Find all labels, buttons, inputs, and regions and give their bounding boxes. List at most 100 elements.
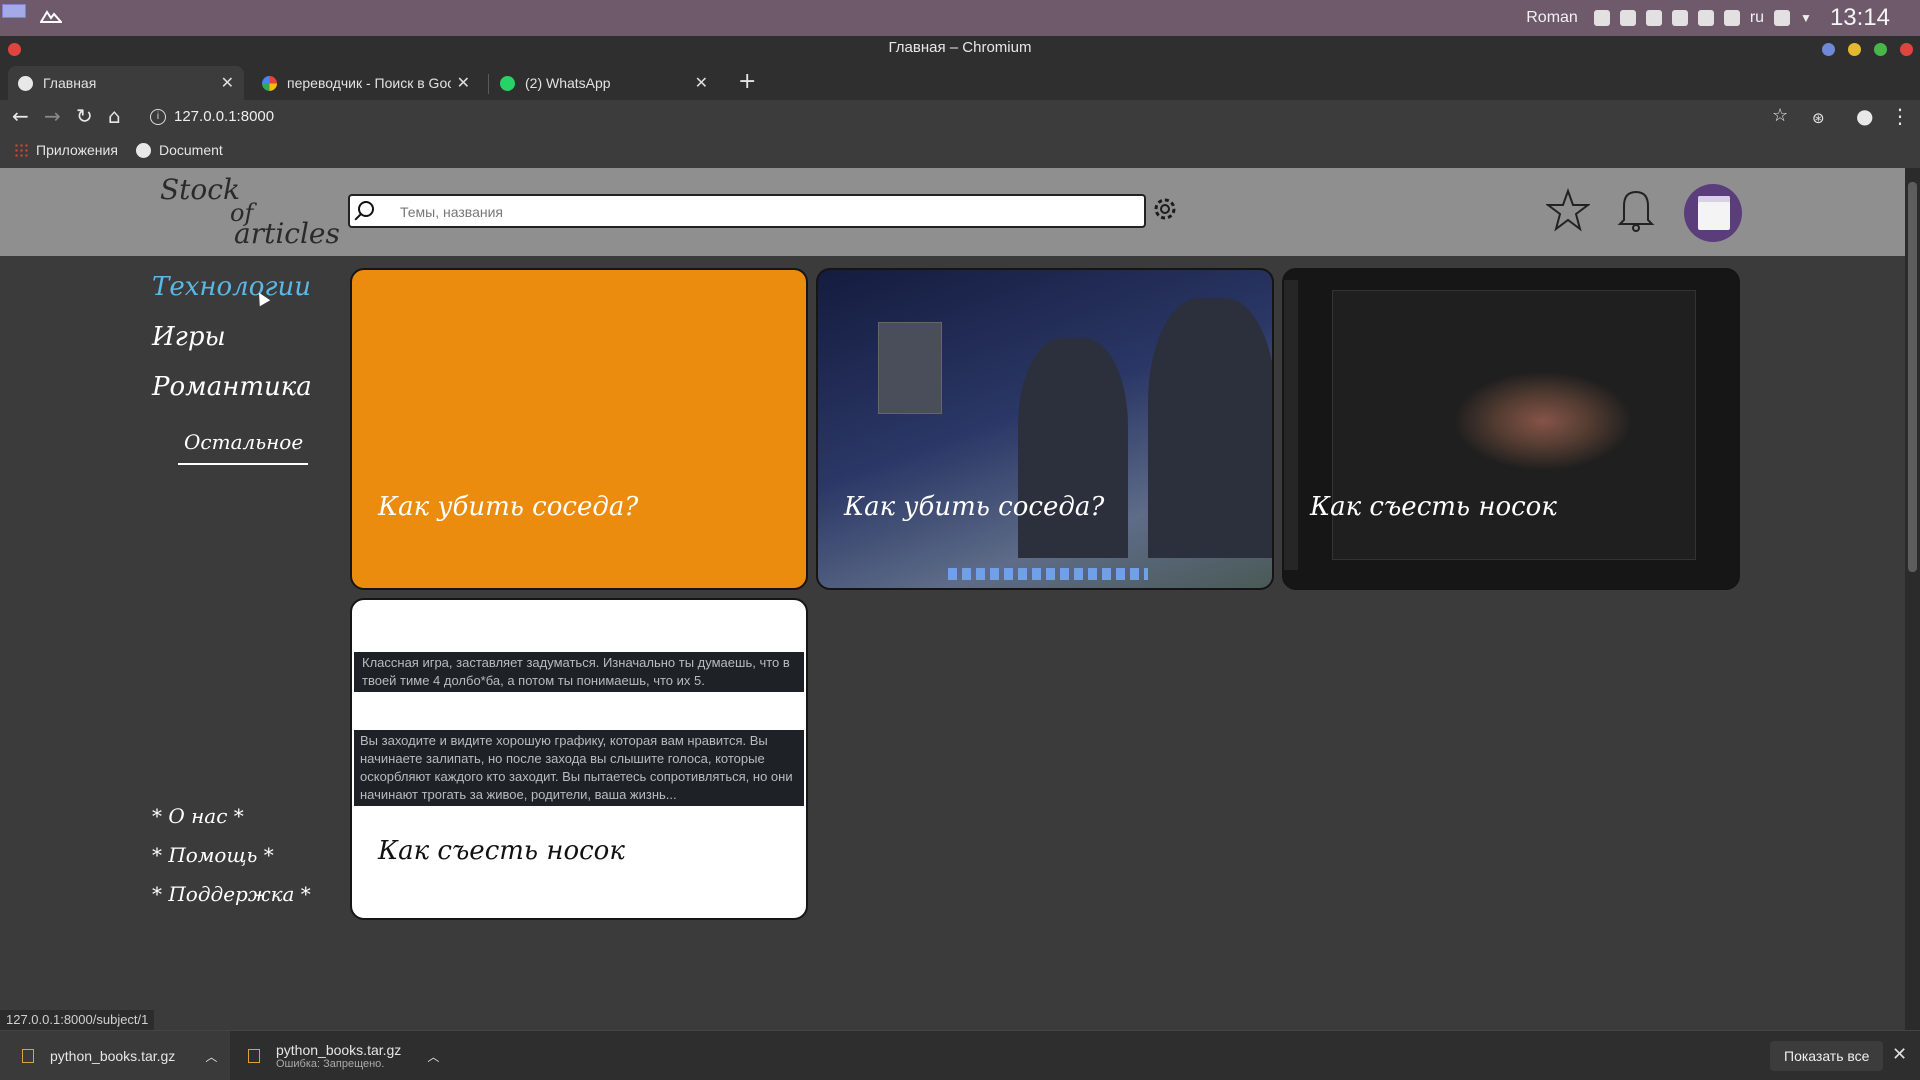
app-menu-icon[interactable] xyxy=(40,9,62,23)
tab-home[interactable]: Главная ✕ xyxy=(8,66,244,100)
notifications-bell-icon[interactable] xyxy=(1616,186,1656,232)
extension-icon[interactable]: ⊛ xyxy=(1812,108,1825,128)
search-input[interactable] xyxy=(400,200,1100,224)
wifi-icon[interactable] xyxy=(1774,10,1791,26)
article-card[interactable]: Классная игра, заставляет задуматься. Из… xyxy=(350,598,808,920)
nav-technologies[interactable]: Технологии xyxy=(152,272,311,302)
window-titlebar: Главная – Chromium xyxy=(0,36,1920,62)
download-item[interactable]: python_books.tar.gz ︿ xyxy=(0,1031,230,1080)
card-bg-dock xyxy=(948,568,1148,580)
archive-file-icon xyxy=(22,1049,34,1063)
close-icon[interactable]: ✕ xyxy=(457,73,470,93)
back-icon[interactable]: ← xyxy=(12,106,29,126)
chevron-up-icon[interactable]: ︿ xyxy=(205,1048,217,1065)
bookmark-star-icon[interactable]: ☆ xyxy=(1772,106,1788,126)
tab-label: Главная xyxy=(43,75,97,91)
article-card[interactable]: Как убить соседа? xyxy=(816,268,1274,590)
tab-label: переводчик - Поиск в Googl xyxy=(287,75,451,91)
home-icon[interactable]: ⌂ xyxy=(108,106,121,126)
system-top-bar: Roman ru ▼ 13:14 xyxy=(0,0,1920,36)
discord-icon[interactable] xyxy=(1645,10,1662,26)
new-tab-icon[interactable]: + xyxy=(738,69,756,94)
close-window-icon[interactable] xyxy=(1900,43,1913,56)
downloads-bar: python_books.tar.gz ︿ python_books.tar.g… xyxy=(0,1030,1920,1080)
whatsapp-icon xyxy=(500,75,515,91)
scrollbar-thumb[interactable] xyxy=(1908,182,1917,572)
article-card-title: Как съесть носок xyxy=(378,836,625,866)
django-icon xyxy=(18,75,33,91)
site-info-icon[interactable]: i xyxy=(150,109,166,125)
volume-icon[interactable] xyxy=(1697,10,1714,26)
nav-romance[interactable]: Романтика xyxy=(152,372,312,402)
chevron-down-icon[interactable]: ▼ xyxy=(1800,11,1812,25)
footer-about-link[interactable]: * О нас * xyxy=(152,804,244,828)
search-icon[interactable] xyxy=(358,201,374,217)
system-user-name[interactable]: Roman xyxy=(1526,9,1578,27)
card-bg-arch xyxy=(1018,338,1128,558)
workspace-indicator[interactable] xyxy=(2,4,26,18)
forward-icon[interactable]: → xyxy=(44,106,61,126)
download-filename: python_books.tar.gz xyxy=(50,1048,176,1064)
clipboard-icon[interactable] xyxy=(1671,10,1688,26)
battery-icon[interactable] xyxy=(1723,10,1740,26)
download-filename: python_books.tar.gz xyxy=(276,1042,402,1058)
close-icon[interactable]: ✕ xyxy=(221,73,234,93)
tab-strip: Главная ✕ переводчик - Поиск в Googl ✕ (… xyxy=(0,62,1920,100)
minimize-window-icon[interactable] xyxy=(1848,43,1861,56)
card-comment: Вы заходите и видите хорошую графику, ко… xyxy=(354,730,804,806)
reload-icon[interactable]: ↻ xyxy=(76,106,93,126)
status-url: 127.0.0.1:8000/subject/1 xyxy=(0,1010,155,1030)
bell-icon[interactable] xyxy=(1593,10,1610,26)
close-icon[interactable]: ✕ xyxy=(695,73,708,93)
address-bar-url: 127.0.0.1:8000 xyxy=(174,108,275,125)
nav-other[interactable]: Остальное xyxy=(184,430,303,454)
window-title: Главная – Chromium xyxy=(888,39,1032,56)
tab-whatsapp[interactable]: (2) WhatsApp ✕ xyxy=(490,66,718,100)
tab-google-search[interactable]: переводчик - Поиск в Googl ✕ xyxy=(252,66,480,100)
close-icon[interactable]: ✕ xyxy=(1892,1044,1907,1065)
footer-help-link[interactable]: * Помощь * xyxy=(152,843,274,867)
shield-icon[interactable] xyxy=(1619,10,1636,26)
nav-other-underline xyxy=(178,463,308,465)
profile-icon[interactable]: ● xyxy=(1856,106,1873,126)
favorites-star-icon[interactable] xyxy=(1546,188,1590,232)
apps-grid-icon xyxy=(14,143,28,157)
tab-label: (2) WhatsApp xyxy=(525,75,611,91)
web-page: Stock of articles Технологии Игры Романт… xyxy=(0,168,1905,1028)
nav-games[interactable]: Игры xyxy=(152,322,226,352)
article-card[interactable]: Как убить соседа? xyxy=(350,268,808,590)
card-bg-calculator xyxy=(878,322,942,414)
browser-toolbar: ← → ↻ ⌂ i 127.0.0.1:8000 ☆ ⊛ ● ⋮ xyxy=(0,100,1920,134)
bookmark-document[interactable]: Document xyxy=(136,142,223,158)
chevron-up-icon[interactable]: ︿ xyxy=(427,1048,439,1065)
card-bg-rail xyxy=(1284,280,1298,570)
search-bar[interactable] xyxy=(348,194,1146,228)
page-scrollbar[interactable] xyxy=(1905,168,1920,1030)
footer-support-link[interactable]: * Поддержка * xyxy=(152,882,311,906)
show-all-downloads-button[interactable]: Показать все xyxy=(1770,1041,1884,1071)
address-bar[interactable]: i 127.0.0.1:8000 xyxy=(140,103,1780,131)
sticky-window-icon[interactable] xyxy=(1822,43,1835,56)
article-card[interactable]: Как съесть носок xyxy=(1282,268,1740,590)
download-item[interactable]: python_books.tar.gz Ошибка: Запрещено. ︿ xyxy=(248,1031,448,1080)
article-card-title: Как убить соседа? xyxy=(378,492,639,522)
logo-word-stock: Stock xyxy=(160,173,240,206)
bookmark-label: Приложения xyxy=(36,142,118,158)
tab-separator xyxy=(488,74,489,94)
site-logo[interactable]: Stock of articles xyxy=(160,173,340,253)
keyboard-layout[interactable]: ru xyxy=(1750,9,1764,27)
article-card-title: Как убить соседа? xyxy=(844,492,1105,522)
bookmark-apps[interactable]: Приложения xyxy=(14,142,118,158)
system-clock[interactable]: 13:14 xyxy=(1830,4,1890,32)
kebab-menu-icon[interactable]: ⋮ xyxy=(1890,106,1910,126)
logo-word-articles: articles xyxy=(234,217,340,250)
card-comment: Классная игра, заставляет задуматься. Из… xyxy=(354,652,804,692)
download-error: Ошибка: Запрещено. xyxy=(276,1058,385,1070)
avatar[interactable] xyxy=(1684,184,1742,242)
bookmark-label: Document xyxy=(159,142,223,158)
close-window-dot-icon[interactable] xyxy=(8,43,21,56)
bookmarks-bar: Приложения Document xyxy=(0,134,1920,168)
site-header: Stock of articles xyxy=(0,168,1905,256)
settings-gear-icon[interactable] xyxy=(1150,194,1180,224)
maximize-window-icon[interactable] xyxy=(1874,43,1887,56)
